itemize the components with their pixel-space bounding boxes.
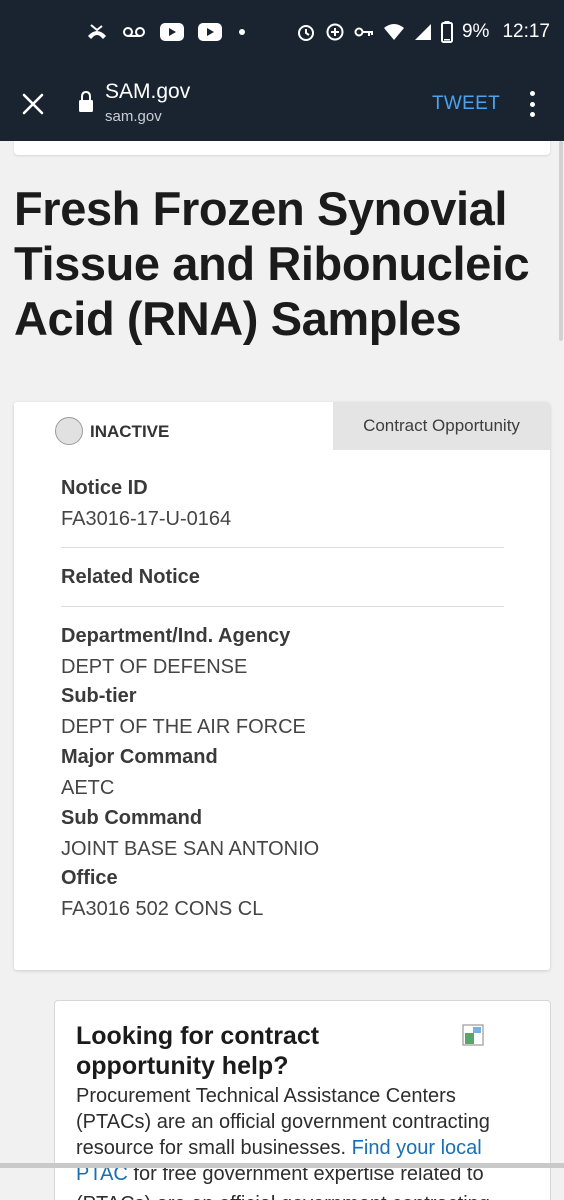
youtube-icon [198,23,222,41]
browser-toolbar: 9% 12:17 SAM.gov sam.gov TWEET [0,0,564,141]
close-icon [22,93,44,115]
status-right-icons: 9% 12:17 [296,19,550,45]
clock: 12:17 [502,21,550,42]
major-command-value: AETC [61,777,115,799]
cell-signal-icon [414,23,432,41]
card-type-tab: Contract Opportunity [333,402,550,450]
divider [61,606,504,607]
scrollbar-thumb[interactable] [559,141,563,341]
opportunity-card: INACTIVE Contract Opportunity Notice ID … [14,402,550,970]
notice-id-label: Notice ID [61,477,148,499]
battery-percent: 9% [461,21,490,42]
youtube-icon [160,23,184,41]
voicemail-icon [122,25,146,39]
department-label: Department/Ind. Agency [61,625,291,647]
sub-command-value: JOINT BASE SAN ANTONIO [61,838,320,860]
kebab-dot-icon [529,101,535,107]
sub-command-label: Sub Command [61,807,203,829]
site-url[interactable]: sam.gov [105,108,162,125]
notice-id-value: FA3016-17-U-0164 [61,508,232,530]
subtier-value: DEPT OF THE AIR FORCE [61,716,306,738]
site-title: SAM.gov [105,80,191,103]
missed-call-icon [86,23,108,41]
kebab-dot-icon [529,91,535,96]
close-button[interactable] [20,91,46,117]
more-options-button[interactable] [527,91,537,117]
tweet-button[interactable]: TWEET [432,93,500,115]
department-value: DEPT OF DEFENSE [61,656,248,678]
related-notice-label: Related Notice [61,566,200,588]
previous-card-edge [14,141,550,155]
data-saver-icon [325,22,345,42]
status-left-icons [86,22,248,42]
page-title: Fresh Frozen Synovial Tissue and Ribonuc… [14,182,530,345]
battery-icon [440,21,453,43]
office-value: FA3016 502 CONS CL [61,898,264,920]
office-label: Office [61,867,118,889]
help-title: Looking for contract opportunity help? [76,1022,320,1080]
subtier-label: Sub-tier [61,685,137,707]
divider [61,547,504,548]
help-card: Looking for contract opportunity help? P… [54,1000,551,1200]
page-content: Fresh Frozen Synovial Tissue and Ribonuc… [0,141,564,1200]
help-text-continued: (PTACs) are an official government contr… [76,1191,536,1200]
status-bar: 9% 12:17 [0,0,564,64]
broken-image-icon [462,1024,484,1046]
inactive-status-icon [55,417,83,445]
dot-icon [236,26,248,38]
horizontal-scroll-bar [0,1163,564,1168]
alarm-icon [296,22,316,42]
lock-icon [78,90,94,113]
status-badge: INACTIVE [90,422,170,441]
help-text: Procurement Technical Assistance Centers… [76,1083,536,1187]
wifi-icon [383,23,405,41]
major-command-label: Major Command [61,746,218,768]
vpn-key-icon [354,25,374,39]
kebab-dot-icon [529,112,535,117]
